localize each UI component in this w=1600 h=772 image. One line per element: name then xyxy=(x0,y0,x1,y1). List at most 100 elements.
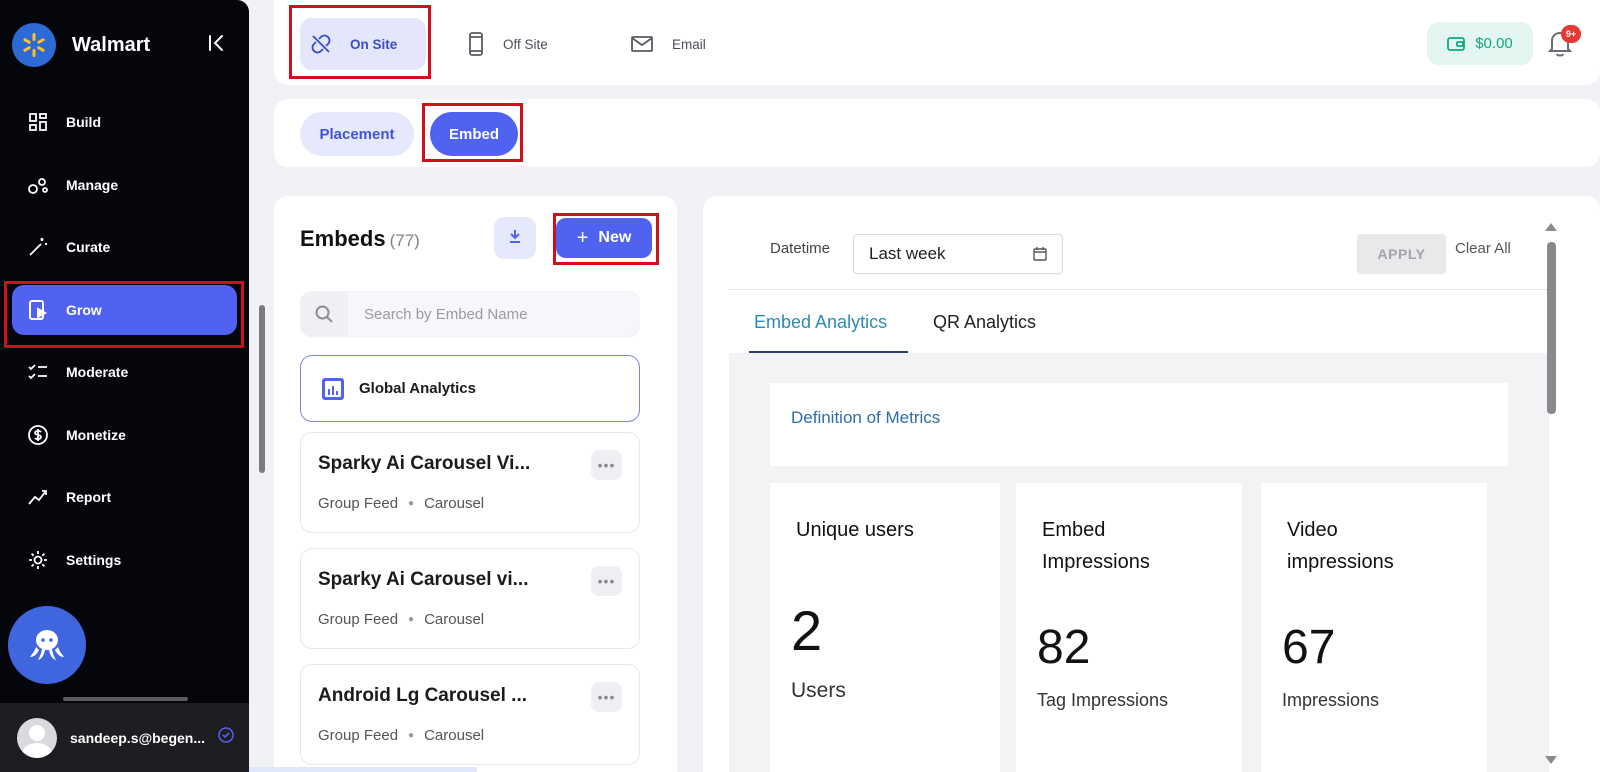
analytics-scrollbar[interactable] xyxy=(1547,242,1556,414)
wallet-amount: $0.00 xyxy=(1475,35,1513,52)
sidebar-item-monetize[interactable]: Monetize xyxy=(12,410,237,460)
sidebar-item-build[interactable]: Build xyxy=(12,97,237,147)
collapse-sidebar-icon[interactable] xyxy=(207,33,227,58)
sidebar-item-label: Settings xyxy=(66,551,122,568)
brand-name: Walmart xyxy=(72,33,151,56)
sidebar-nav: Build Manage Curate Grow Moderate Moneti… xyxy=(12,97,237,597)
more-options-icon[interactable]: ••• xyxy=(591,450,622,480)
metric-title: Video impressions xyxy=(1287,519,1394,573)
sidebar-item-settings[interactable]: Settings xyxy=(12,535,237,585)
sidebar: Walmart Build Manage Curate Grow Moderat… xyxy=(0,0,249,772)
verified-badge-icon xyxy=(218,727,234,748)
embed-list-item[interactable]: Sparky Ai Carousel vi... Group Feed ● Caro… xyxy=(300,548,640,649)
metric-card-embed-impressions: Embed Impressions 82 Tag Impressions xyxy=(1016,483,1242,772)
brand: Walmart xyxy=(12,23,237,67)
embeds-heading: Embeds (77) xyxy=(300,226,420,252)
metric-value: 2 xyxy=(791,599,823,662)
bar-chart-icon xyxy=(321,377,345,401)
metric-card-unique-users: Unique users 2 Users xyxy=(770,483,1000,772)
user-profile[interactable]: sandeep.s@begen... xyxy=(0,703,249,772)
metric-card-video-impressions: Video impressions 67 Impressions xyxy=(1261,483,1487,772)
date-range-value: Last week xyxy=(869,244,946,263)
metric-unit: Impressions xyxy=(1282,690,1380,710)
tab-email[interactable]: Email xyxy=(630,18,706,70)
tab-off-site[interactable]: Off Site xyxy=(467,18,548,70)
wallet-balance-button[interactable]: $0.00 xyxy=(1427,22,1533,65)
embed-layout: Carousel xyxy=(424,611,485,628)
analytics-panel: Datetime Last week APPLY Clear All Embed… xyxy=(703,196,1600,772)
metric-unit: Tag Impressions xyxy=(1037,690,1169,710)
octopus-assistant-icon[interactable] xyxy=(8,606,86,684)
more-options-icon[interactable]: ••• xyxy=(591,682,622,712)
embed-layout: Carousel xyxy=(424,495,485,512)
channel-label: Off Site xyxy=(503,36,548,52)
embed-meta: Group Feed ● Carousel xyxy=(318,611,485,628)
sidebar-item-label: Moderate xyxy=(66,364,129,380)
embed-list-item[interactable]: Android Lg Carousel ... Group Feed ● Carou… xyxy=(300,664,640,765)
embeds-title: Embeds xyxy=(300,226,386,251)
gear-icon xyxy=(26,548,50,572)
user-email: sandeep.s@begen... xyxy=(70,729,206,746)
embed-title: Android Lg Carousel ... xyxy=(318,685,528,706)
metric-title: Embed Impressions xyxy=(1042,519,1150,573)
apply-button[interactable]: APPLY xyxy=(1357,234,1446,274)
definition-box: Definition of Metrics xyxy=(770,383,1508,466)
calendar-icon xyxy=(1032,246,1048,267)
tab-embed-analytics[interactable]: Embed Analytics xyxy=(754,312,887,333)
grid-icon xyxy=(26,110,50,134)
download-button[interactable] xyxy=(494,217,536,259)
global-analytics-item[interactable]: Global Analytics xyxy=(300,355,640,422)
mail-icon xyxy=(630,35,654,53)
sidebar-item-label: Build xyxy=(66,114,101,130)
phone-icon xyxy=(467,32,485,56)
tab-qr-analytics[interactable]: QR Analytics xyxy=(933,312,1036,333)
dollar-circle-icon xyxy=(26,423,50,447)
wallet-icon xyxy=(1447,36,1466,52)
date-range-select[interactable]: Last week xyxy=(853,234,1063,274)
embed-meta: Group Feed ● Carousel xyxy=(318,495,485,512)
channel-label: Email xyxy=(672,36,706,52)
search-bar xyxy=(300,291,640,337)
sidebar-item-label: Monetize xyxy=(66,426,126,443)
tab-placement[interactable]: Placement xyxy=(300,112,414,156)
download-icon xyxy=(507,228,523,249)
sidebar-item-label: Report xyxy=(66,489,112,505)
clear-all-link[interactable]: Clear All xyxy=(1455,240,1511,257)
bottom-strip xyxy=(249,767,477,772)
tabs-divider xyxy=(729,289,1549,290)
datetime-label: Datetime xyxy=(770,240,831,257)
embed-layout: Carousel xyxy=(424,727,485,744)
search-input[interactable] xyxy=(348,292,640,336)
embed-title: Sparky Ai Carousel vi... xyxy=(318,569,529,590)
magic-wand-icon xyxy=(26,235,50,259)
sidebar-item-label: Manage xyxy=(66,176,119,193)
sidebar-item-moderate[interactable]: Moderate xyxy=(12,347,237,397)
sidebar-item-curate[interactable]: Curate xyxy=(12,222,237,272)
embed-meta: Group Feed ● Carousel xyxy=(318,727,485,744)
notification-badge: 9+ xyxy=(1561,25,1581,43)
embed-title: Sparky Ai Carousel Vi... xyxy=(318,453,531,474)
embed-type: Group Feed xyxy=(318,495,399,512)
new-button-highlight-frame xyxy=(553,213,659,265)
grow-highlight-frame xyxy=(4,281,244,348)
sidebar-divider xyxy=(63,697,188,701)
sidebar-scrollbar[interactable] xyxy=(259,305,265,473)
channel-bar: On Site Off Site Email xyxy=(274,0,1600,85)
metric-value: 82 xyxy=(1037,621,1091,674)
more-options-icon[interactable]: ••• xyxy=(591,566,622,596)
definition-of-metrics-link[interactable]: Definition of Metrics xyxy=(791,408,940,428)
analytics-content: Definition of Metrics Unique users 2 Use… xyxy=(729,353,1549,772)
scroll-up-arrow-icon[interactable] xyxy=(1545,223,1557,231)
sidebar-item-report[interactable]: Report xyxy=(12,472,237,522)
avatar xyxy=(17,717,57,758)
sidebar-item-manage[interactable]: Manage xyxy=(12,160,237,210)
metric-value: 67 xyxy=(1282,621,1336,674)
global-analytics-label: Global Analytics xyxy=(359,380,476,397)
embed-type: Group Feed xyxy=(318,727,399,744)
nodes-icon xyxy=(26,173,50,197)
embed-list-item[interactable]: Sparky Ai Carousel Vi... Group Feed ● Caro… xyxy=(300,432,640,533)
scroll-down-arrow-icon[interactable] xyxy=(1545,756,1557,764)
embed-type: Group Feed xyxy=(318,611,399,628)
embeds-panel: Embeds(77) + New Global Analytics Sparky… xyxy=(274,196,677,772)
sidebar-item-label: Curate xyxy=(66,239,111,255)
